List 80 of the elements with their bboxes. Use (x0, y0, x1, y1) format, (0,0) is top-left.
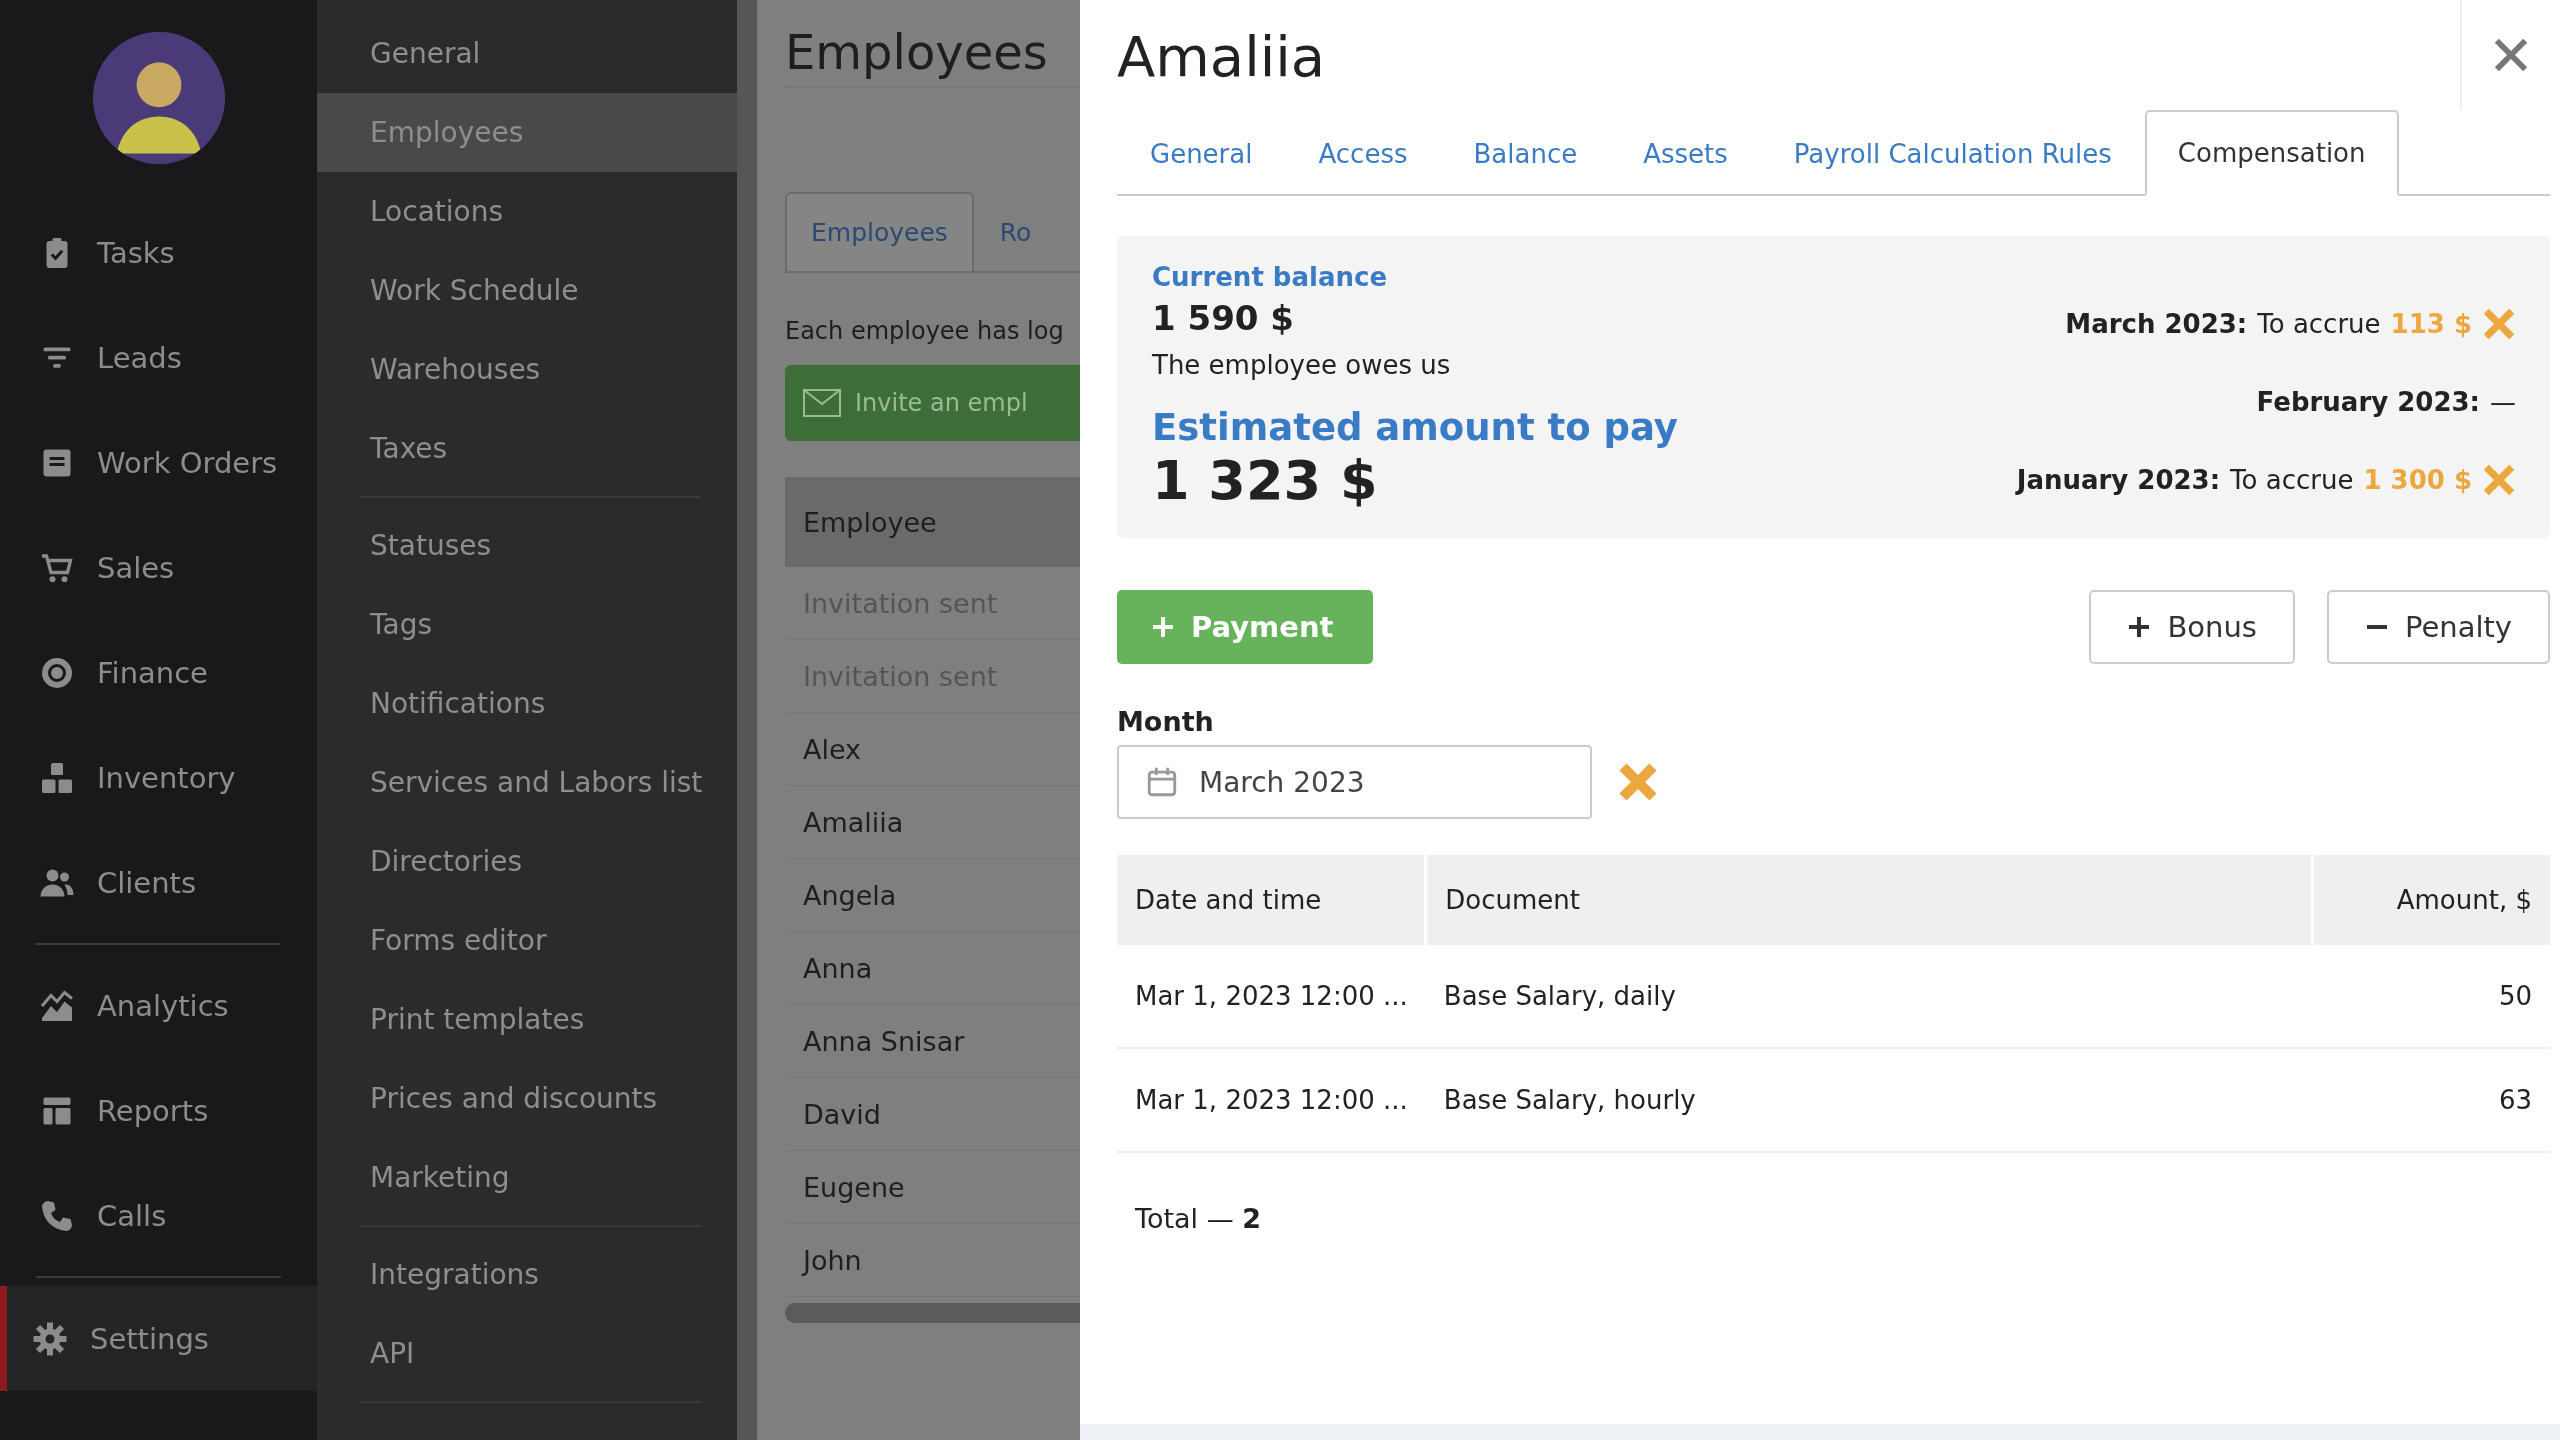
month-name: March 2023: (2065, 309, 2248, 339)
envelope-icon (803, 389, 841, 417)
avatar[interactable] (92, 32, 225, 164)
settings-menu-item[interactable]: Statuses (317, 506, 737, 585)
nav-item[interactable]: Sales (0, 515, 317, 620)
plus-icon (1151, 615, 1175, 639)
tab[interactable]: General (1117, 110, 1286, 196)
column-header[interactable]: Amount, $ (2312, 855, 2550, 945)
nav-item[interactable]: Work Orders (0, 410, 317, 515)
table-cell: 63 (2312, 1048, 2550, 1152)
balance-note: The employee owes us (1152, 350, 1452, 380)
nav-item[interactable]: Analytics (0, 953, 317, 1058)
settings-menu-item[interactable]: Directories (317, 822, 737, 901)
settings-menu-item[interactable]: Work Schedule (317, 251, 737, 330)
tab[interactable]: Balance (1440, 110, 1611, 196)
tab[interactable]: Ro (973, 192, 1034, 271)
settings-menu-item[interactable]: Marketing (317, 1138, 737, 1217)
nav-item[interactable]: Clients (0, 830, 317, 935)
bonus-button[interactable]: Bonus (2089, 590, 2295, 664)
tab[interactable]: Assets (1610, 110, 1761, 196)
estimated-label: Estimated amount to pay (1152, 406, 1678, 449)
nav-item[interactable]: Calls (0, 1163, 317, 1268)
month-field[interactable]: March 2023 (1117, 745, 1592, 819)
nav-item[interactable]: Settings (0, 1286, 317, 1391)
settings-menu-item[interactable]: Warehouses (317, 330, 737, 409)
close-icon[interactable] (2482, 463, 2516, 497)
table-cell: Base Salary, daily (1425, 945, 2313, 1048)
table-cell: Base Salary, hourly (1425, 1048, 2313, 1152)
total-count: Total — 2 (1134, 1203, 1263, 1234)
calendar-icon (1145, 765, 1179, 799)
tab[interactable]: Compensation (2144, 110, 2399, 196)
payment-button[interactable]: Payment (1117, 590, 1374, 664)
tab[interactable]: Employees (785, 192, 974, 271)
invite-button[interactable]: Invite an empl (785, 365, 1080, 441)
month-name: January 2023: (2016, 465, 2221, 495)
column-header: Employee (785, 477, 1080, 567)
estimated-value: 1 323 $ (1152, 449, 1379, 512)
accrue-amount: 113 $ (2390, 309, 2472, 339)
field-label: Month (1117, 706, 1215, 737)
tab[interactable]: Payroll Calculation Rules (1760, 110, 2145, 196)
description-text: Each employee has log (785, 317, 1064, 345)
settings-menu-item[interactable]: Employees (317, 93, 737, 172)
settings-menu-item[interactable]: Print templates (317, 980, 737, 1059)
close-icon[interactable] (1618, 762, 1658, 802)
settings-menu-item[interactable]: Taxes (317, 409, 737, 488)
penalty-button[interactable]: Penalty (2326, 590, 2550, 664)
tab[interactable]: Access (1285, 110, 1441, 196)
settings-menu-item[interactable]: Locations (317, 172, 737, 251)
nav-item[interactable]: Finance (0, 620, 317, 725)
settings-menu-item[interactable]: Integrations (317, 1235, 737, 1314)
settings-icon (32, 1320, 68, 1357)
nav-item[interactable]: Tasks (0, 200, 317, 305)
settings-menu-item[interactable]: General (317, 14, 737, 93)
nav-item[interactable]: Inventory (0, 725, 317, 830)
nav-item[interactable]: Reports (0, 1058, 317, 1163)
column-header[interactable]: Document (1425, 855, 2313, 945)
accrue-amount: 1 300 $ (2363, 465, 2472, 495)
settings-menu-item[interactable]: Notifications (317, 664, 737, 743)
settings-menu-item[interactable]: Tags (317, 585, 737, 664)
month-status: To accrue (2257, 309, 2381, 339)
table-cell: 50 (2312, 945, 2550, 1048)
minus-icon (2364, 625, 2389, 629)
close-icon (2494, 38, 2528, 72)
balance-label: Current balance (1152, 262, 1389, 292)
month-name: February 2023: (2256, 387, 2480, 417)
table-cell: Mar 1, 2023 12:00 ... (1117, 945, 1426, 1048)
nav-item[interactable]: Leads (0, 305, 317, 410)
close-icon[interactable] (2482, 307, 2516, 341)
month-status: — (2490, 387, 2516, 417)
panel-title: Amaliia (1117, 24, 1326, 91)
settings-menu-item[interactable]: Forms editor (317, 901, 737, 980)
month-status: To accrue (2230, 465, 2354, 495)
settings-menu-item[interactable]: API (317, 1314, 737, 1393)
settings-menu-item[interactable]: Prices and discounts (317, 1059, 737, 1138)
column-header[interactable]: Date and time (1117, 855, 1426, 945)
table-cell: Mar 1, 2023 12:00 ... (1117, 1048, 1426, 1152)
settings-menu-item[interactable]: Services and Labors list (317, 743, 737, 822)
scrollbar[interactable] (785, 1303, 1080, 1323)
plus-icon (2127, 615, 2152, 639)
balance-value: 1 590 $ (1152, 298, 1295, 338)
